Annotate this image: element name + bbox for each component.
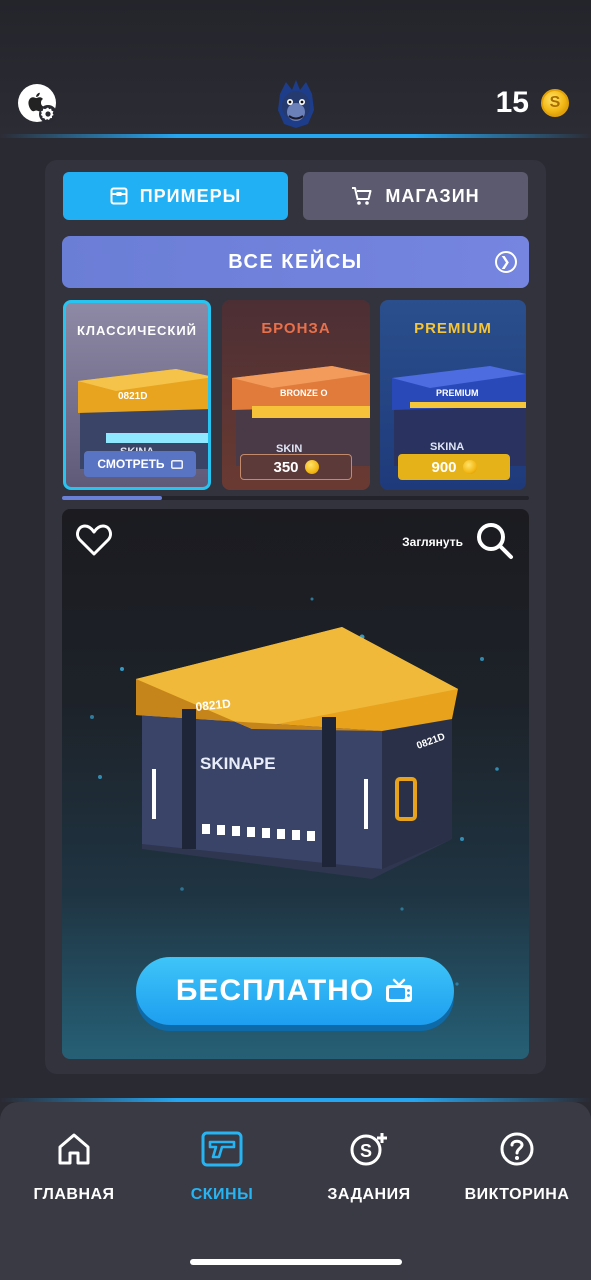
nav-item-skins[interactable]: СКИНЫ [148,1128,296,1214]
price-badge: 350 [240,454,352,480]
gear-icon[interactable] [38,104,58,124]
case-card-classic[interactable]: КЛАССИЧЕСКИЙ 0821D SKINA СМОТРЕТЬ [63,300,211,490]
nav-label: ЗАДАНИЯ [327,1186,411,1203]
tv-icon [386,978,413,1002]
question-icon [500,1132,534,1166]
case-price: 900 [431,458,457,476]
case-card-premium[interactable]: PREMIUM PREMIUM SKINA 900 [380,300,526,490]
case-title: PREMIUM [414,320,492,337]
case-box-image: 0821D 0821D SKINAPE [136,627,458,879]
monkey-logo [278,80,314,128]
tab-examples[interactable]: ПРИМЕРЫ [63,172,288,220]
tab-shop[interactable]: МАГАЗИН [303,172,528,220]
case-box-brand: SKINA [430,441,464,453]
coin-icon [462,460,477,474]
case-preview: Заглянуть 0821D 0821D SKINAPE БЕСПЛАТНО [62,509,529,1059]
case-box-code: 0821D [118,391,147,402]
coin-icon: S [541,89,569,117]
case-box-image: BRONZE O SKIN [232,366,370,466]
nav-label: ГЛАВНАЯ [33,1186,115,1203]
watch-button[interactable]: СМОТРЕТЬ [84,451,196,477]
chevron-right-icon: ❯ [495,251,517,273]
box-brand: SKINAPE [200,754,276,773]
tasks-coin-icon: S [350,1133,387,1166]
box-icon [110,187,128,205]
case-box-code: PREMIUM [436,388,479,398]
case-price: 350 [273,458,299,476]
nav-item-tasks[interactable]: S ЗАДАНИЯ [295,1128,443,1214]
price-badge: 900 [398,454,510,480]
top-bar-divider [0,134,591,138]
open-free-button[interactable]: БЕСПЛАТНО [136,957,454,1025]
case-box-image: PREMIUM SKINA [392,366,526,466]
gun-icon [201,1131,243,1167]
open-free-label: БЕСПЛАТНО [175,974,375,1007]
nav-item-home[interactable]: ГЛАВНАЯ [0,1128,148,1214]
cart-icon [352,187,372,205]
all-cases-label: ВСЕ КЕЙСЫ [228,250,363,273]
coin-balance: 15 [495,86,529,119]
coin-icon [304,460,319,474]
case-box-code: BRONZE O [280,388,328,398]
nav-item-quiz[interactable]: ВИКТОРИНА [443,1128,591,1214]
home-icon [58,1133,90,1165]
tv-icon [170,460,183,469]
nav-label: ВИКТОРИНА [464,1186,570,1203]
nav-label: СКИНЫ [190,1186,254,1203]
all-cases-button[interactable]: ВСЕ КЕЙСЫ ❯ [62,236,529,288]
coin-symbol: S [549,94,561,111]
cases-scroll-thumb[interactable] [62,496,162,500]
case-card-bronze[interactable]: БРОНЗА BRONZE O SKIN 350 [222,300,370,490]
home-indicator[interactable] [190,1259,402,1265]
tasks-coin-symbol: S [360,1141,372,1161]
tab-examples-label: ПРИМЕРЫ [139,185,242,206]
case-title: КЛАССИЧЕСКИЙ [76,323,198,338]
tab-shop-label: МАГАЗИН [385,185,480,206]
watch-label: СМОТРЕТЬ [97,457,165,471]
case-title: БРОНЗА [261,320,331,337]
